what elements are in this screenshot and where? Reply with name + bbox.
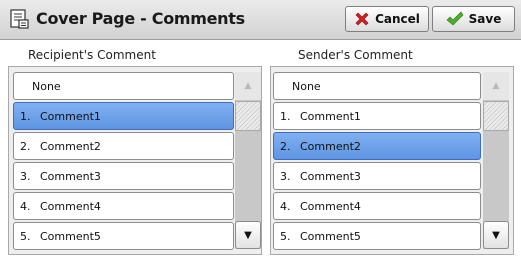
option-number: 2. <box>280 139 291 153</box>
scroll-up-arrow-icon: ▲ <box>483 72 509 100</box>
option-label: Comment1 <box>300 109 361 123</box>
recipient-comment-option[interactable]: 2. Comment2 <box>13 132 234 160</box>
option-number: 1. <box>20 109 31 123</box>
scrollbar-track[interactable] <box>483 131 509 219</box>
red-x-icon <box>355 12 369 26</box>
recipient-comment-option[interactable]: 5. Comment5 <box>13 222 234 250</box>
cancel-button-label: Cancel <box>375 12 420 26</box>
scroll-up-arrow-icon: ▲ <box>235 72 261 100</box>
option-label: Comment2 <box>300 139 361 153</box>
option-label: Comment1 <box>40 109 101 123</box>
cancel-button[interactable]: Cancel <box>345 6 429 32</box>
save-button-label: Save <box>468 12 502 26</box>
option-number: 4. <box>20 199 31 213</box>
scroll-down-arrow-icon[interactable]: ▼ <box>483 221 509 249</box>
sender-none-option[interactable]: None <box>273 72 481 100</box>
sender-comment-option[interactable]: 4. Comment4 <box>273 192 481 220</box>
scrollbar-track[interactable] <box>235 131 261 219</box>
recipients-comment-panel: None 1. Comment1 2. Comment2 3. Comment3… <box>8 66 262 255</box>
scrollbar-thumb[interactable] <box>235 101 261 131</box>
option-label: Comment5 <box>300 229 361 243</box>
option-number: 1. <box>280 109 291 123</box>
senders-comment-label: Sender's Comment <box>298 48 413 62</box>
save-button[interactable]: Save <box>432 6 515 32</box>
page-title: Cover Page - Comments <box>36 9 245 28</box>
option-label: Comment2 <box>40 139 101 153</box>
option-number: 3. <box>20 169 31 183</box>
option-label: None <box>32 79 61 93</box>
recipient-comment-option[interactable]: 4. Comment4 <box>13 192 234 220</box>
option-label: Comment4 <box>40 199 101 213</box>
recipient-comment-option[interactable]: 3. Comment3 <box>13 162 234 190</box>
option-number: 4. <box>280 199 291 213</box>
option-label: Comment3 <box>40 169 101 183</box>
senders-comment-panel: None 1. Comment1 2. Comment2 3. Comment3… <box>270 66 514 255</box>
option-label: None <box>292 79 321 93</box>
green-check-icon <box>446 11 464 26</box>
scrollbar-thumb[interactable] <box>483 101 509 131</box>
cover-page-comments-screen: Cover Page - Comments Cancel Save Recipi… <box>0 0 521 259</box>
header-bar: Cover Page - Comments Cancel Save <box>0 0 521 40</box>
recipient-none-option[interactable]: None <box>13 72 234 100</box>
option-label: Comment5 <box>40 229 101 243</box>
scroll-down-arrow-icon[interactable]: ▼ <box>235 221 261 249</box>
recipient-scrollbar[interactable]: ▲ ▼ <box>235 72 261 249</box>
option-number: 3. <box>280 169 291 183</box>
option-label: Comment3 <box>300 169 361 183</box>
option-number: 5. <box>280 229 291 243</box>
recipient-comment-option[interactable]: 1. Comment1 <box>13 102 234 130</box>
comment-page-icon <box>8 8 30 30</box>
sender-comment-option[interactable]: 3. Comment3 <box>273 162 481 190</box>
option-number: 5. <box>20 229 31 243</box>
sender-comment-option[interactable]: 1. Comment1 <box>273 102 481 130</box>
recipients-comment-label: Recipient's Comment <box>28 48 156 62</box>
sender-comment-option[interactable]: 2. Comment2 <box>273 132 481 160</box>
option-label: Comment4 <box>300 199 361 213</box>
option-number: 2. <box>20 139 31 153</box>
sender-comment-option[interactable]: 5. Comment5 <box>273 222 481 250</box>
sender-scrollbar[interactable]: ▲ ▼ <box>483 72 509 249</box>
